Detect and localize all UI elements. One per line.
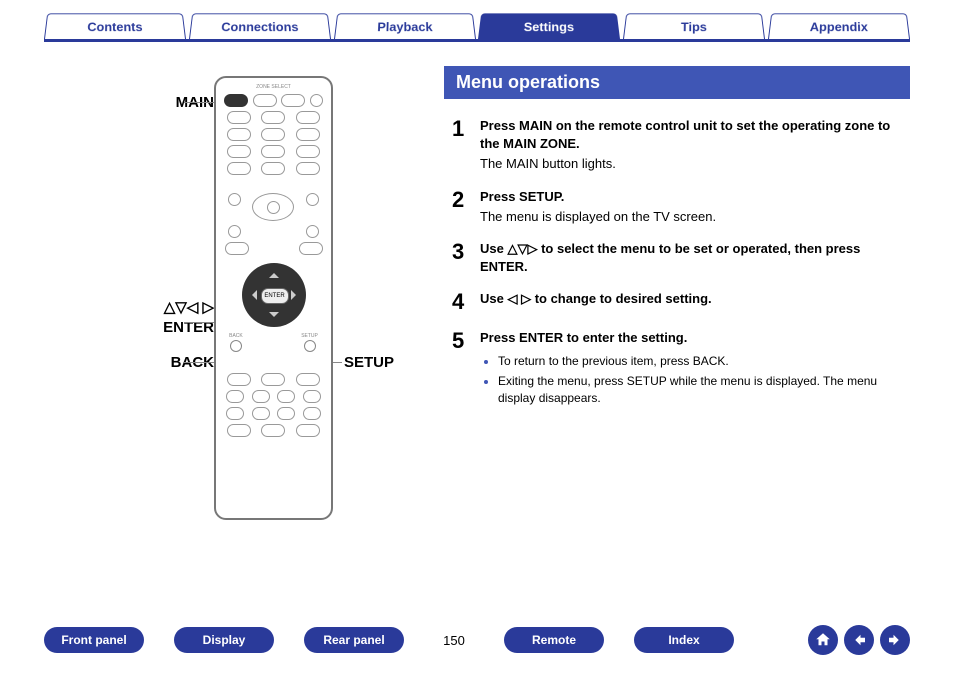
- section-title: Menu operations: [444, 66, 910, 99]
- step-4: 4 Use ◁ ▷ to change to desired setting.: [452, 290, 910, 314]
- src3: [296, 111, 320, 124]
- remote-illustration: MAIN △▽◁ ▷ ENTER BACK SETUP ZONE SELECT: [44, 66, 444, 536]
- step-1-title: Press MAIN on the remote control unit to…: [480, 117, 910, 153]
- step-2-num: 2: [452, 188, 480, 226]
- zone-select-label: ZONE SELECT: [216, 84, 331, 90]
- remote-control: ZONE SELECT: [214, 76, 333, 520]
- home-icon: [814, 631, 832, 649]
- nav-remote[interactable]: Remote: [504, 627, 604, 653]
- s2: [252, 407, 270, 420]
- src1: [227, 111, 251, 124]
- info-btn: [225, 242, 249, 255]
- step-2: 2 Press SETUP. The menu is displayed on …: [452, 188, 910, 226]
- dpad: ENTER: [242, 263, 306, 327]
- vol-up: [306, 193, 319, 206]
- option-btn: [299, 242, 323, 255]
- nav-rear-panel[interactable]: Rear panel: [304, 627, 404, 653]
- label-arrows-enter: △▽◁ ▷ ENTER: [163, 298, 214, 337]
- nav-index[interactable]: Index: [634, 627, 734, 653]
- dpad-right-icon: [291, 290, 301, 300]
- t1: [227, 373, 251, 386]
- btn-sleep: [281, 94, 305, 107]
- s4: [303, 407, 321, 420]
- src12: [296, 162, 320, 175]
- setup-button: [304, 340, 316, 352]
- tab-appendix[interactable]: Appendix: [768, 13, 910, 39]
- step-1: 1 Press MAIN on the remote control unit …: [452, 117, 910, 174]
- vol-dn: [306, 225, 319, 238]
- dpad-up-icon: [269, 268, 279, 278]
- prev-page-button[interactable]: [844, 625, 874, 655]
- arrow-glyphs-3: △▽▷: [507, 241, 537, 256]
- btn-zone2: [253, 94, 277, 107]
- ch-dn: [228, 225, 241, 238]
- step-4-title: Use ◁ ▷ to change to desired setting.: [480, 290, 910, 308]
- step-2-note: The menu is displayed on the TV screen.: [480, 208, 910, 226]
- src4: [227, 128, 251, 141]
- src8: [261, 145, 285, 158]
- enter-button: ENTER: [261, 288, 289, 304]
- back-button: [230, 340, 242, 352]
- page-number: 150: [434, 633, 474, 648]
- label-setup: SETUP: [344, 354, 394, 371]
- setup-btn-label: SETUP: [301, 333, 318, 339]
- nav-front-panel[interactable]: Front panel: [44, 627, 144, 653]
- src6: [296, 128, 320, 141]
- step-3-title: Use △▽▷ to select the menu to be set or …: [480, 240, 910, 276]
- step-3: 3 Use △▽▷ to select the menu to be set o…: [452, 240, 910, 276]
- btn-main: [224, 94, 248, 107]
- s3: [277, 407, 295, 420]
- mute-ring: [252, 193, 294, 221]
- src9: [296, 145, 320, 158]
- q4: [303, 390, 321, 403]
- step-5: 5 Press ENTER to enter the setting. To r…: [452, 329, 910, 412]
- step-1-num: 1: [452, 117, 480, 174]
- step-5-bullet-2: Exiting the menu, press SETUP while the …: [498, 373, 910, 407]
- q1: [226, 390, 244, 403]
- s1: [226, 407, 244, 420]
- t3: [296, 373, 320, 386]
- tab-settings[interactable]: Settings: [478, 13, 620, 39]
- src5: [261, 128, 285, 141]
- t2: [261, 373, 285, 386]
- src10: [227, 162, 251, 175]
- arrow-left-icon: [850, 631, 868, 649]
- dpad-down-icon: [269, 312, 279, 322]
- src11: [261, 162, 285, 175]
- b3: [296, 424, 320, 437]
- b1: [227, 424, 251, 437]
- dpad-left-icon: [247, 290, 257, 300]
- tab-tips[interactable]: Tips: [623, 13, 765, 39]
- step-5-num: 5: [452, 329, 480, 412]
- b2: [261, 424, 285, 437]
- step-3-num: 3: [452, 240, 480, 276]
- next-page-button[interactable]: [880, 625, 910, 655]
- tab-contents[interactable]: Contents: [44, 13, 186, 39]
- src7: [227, 145, 251, 158]
- arrow-glyphs: △▽◁ ▷: [164, 299, 214, 316]
- ch-up: [228, 193, 241, 206]
- btn-power: [310, 94, 323, 107]
- q2: [252, 390, 270, 403]
- tab-connections[interactable]: Connections: [189, 13, 331, 39]
- tab-playback[interactable]: Playback: [334, 13, 476, 39]
- arrow-right-icon: [886, 631, 904, 649]
- nav-display[interactable]: Display: [174, 627, 274, 653]
- src2: [261, 111, 285, 124]
- step-1-note: The MAIN button lights.: [480, 155, 910, 173]
- step-5-bullet-1: To return to the previous item, press BA…: [498, 353, 910, 370]
- arrow-glyphs-4: ◁ ▷: [507, 291, 531, 306]
- q3: [277, 390, 295, 403]
- step-2-title: Press SETUP.: [480, 188, 910, 206]
- home-button[interactable]: [808, 625, 838, 655]
- step-5-title: Press ENTER to enter the setting.: [480, 329, 910, 347]
- back-btn-label: BACK: [229, 333, 243, 339]
- step-4-num: 4: [452, 290, 480, 314]
